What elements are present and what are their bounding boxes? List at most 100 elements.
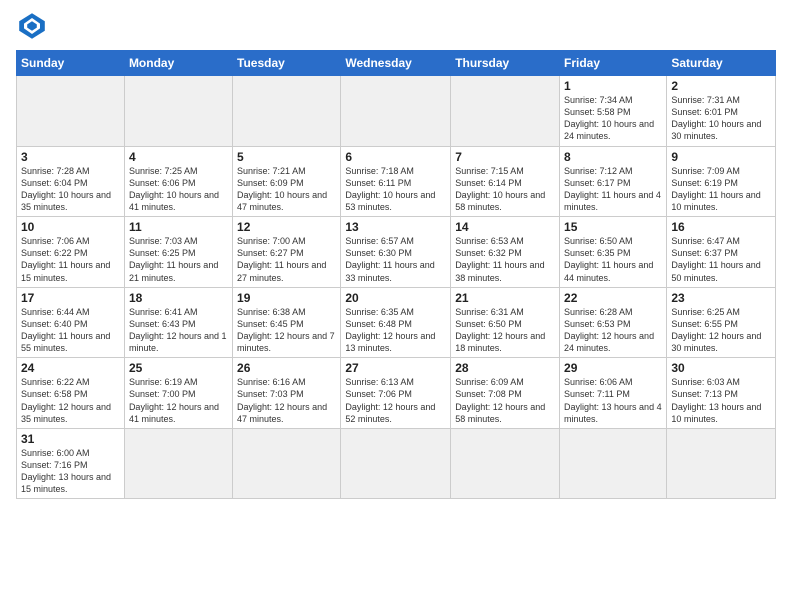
day-number: 7 bbox=[455, 150, 555, 164]
day-info: Sunrise: 6:06 AM Sunset: 7:11 PM Dayligh… bbox=[564, 376, 662, 425]
day-number: 8 bbox=[564, 150, 662, 164]
week-row-4: 24Sunrise: 6:22 AM Sunset: 6:58 PM Dayli… bbox=[17, 358, 776, 429]
day-info: Sunrise: 7:21 AM Sunset: 6:09 PM Dayligh… bbox=[237, 165, 336, 214]
day-info: Sunrise: 7:31 AM Sunset: 6:01 PM Dayligh… bbox=[671, 94, 771, 143]
day-cell: 6Sunrise: 7:18 AM Sunset: 6:11 PM Daylig… bbox=[341, 146, 451, 217]
day-cell: 7Sunrise: 7:15 AM Sunset: 6:14 PM Daylig… bbox=[451, 146, 560, 217]
weekday-header-wednesday: Wednesday bbox=[341, 51, 451, 76]
day-info: Sunrise: 7:25 AM Sunset: 6:06 PM Dayligh… bbox=[129, 165, 228, 214]
day-info: Sunrise: 6:31 AM Sunset: 6:50 PM Dayligh… bbox=[455, 306, 555, 355]
day-number: 19 bbox=[237, 291, 336, 305]
day-cell: 23Sunrise: 6:25 AM Sunset: 6:55 PM Dayli… bbox=[667, 287, 776, 358]
header bbox=[16, 10, 776, 42]
day-cell: 25Sunrise: 6:19 AM Sunset: 7:00 PM Dayli… bbox=[124, 358, 232, 429]
day-number: 5 bbox=[237, 150, 336, 164]
day-info: Sunrise: 7:09 AM Sunset: 6:19 PM Dayligh… bbox=[671, 165, 771, 214]
day-info: Sunrise: 6:03 AM Sunset: 7:13 PM Dayligh… bbox=[671, 376, 771, 425]
day-number: 31 bbox=[21, 432, 120, 446]
day-cell bbox=[560, 428, 667, 499]
day-number: 27 bbox=[345, 361, 446, 375]
day-cell: 5Sunrise: 7:21 AM Sunset: 6:09 PM Daylig… bbox=[233, 146, 341, 217]
day-info: Sunrise: 7:06 AM Sunset: 6:22 PM Dayligh… bbox=[21, 235, 120, 284]
calendar: SundayMondayTuesdayWednesdayThursdayFrid… bbox=[16, 50, 776, 499]
day-cell: 11Sunrise: 7:03 AM Sunset: 6:25 PM Dayli… bbox=[124, 217, 232, 288]
day-cell bbox=[17, 76, 125, 147]
day-cell bbox=[451, 76, 560, 147]
day-number: 4 bbox=[129, 150, 228, 164]
day-number: 23 bbox=[671, 291, 771, 305]
day-number: 18 bbox=[129, 291, 228, 305]
day-cell: 17Sunrise: 6:44 AM Sunset: 6:40 PM Dayli… bbox=[17, 287, 125, 358]
day-cell bbox=[124, 76, 232, 147]
day-info: Sunrise: 7:00 AM Sunset: 6:27 PM Dayligh… bbox=[237, 235, 336, 284]
day-number: 17 bbox=[21, 291, 120, 305]
day-number: 14 bbox=[455, 220, 555, 234]
day-cell: 8Sunrise: 7:12 AM Sunset: 6:17 PM Daylig… bbox=[560, 146, 667, 217]
day-cell: 28Sunrise: 6:09 AM Sunset: 7:08 PM Dayli… bbox=[451, 358, 560, 429]
day-number: 11 bbox=[129, 220, 228, 234]
general-blue-icon bbox=[16, 10, 48, 42]
day-info: Sunrise: 6:16 AM Sunset: 7:03 PM Dayligh… bbox=[237, 376, 336, 425]
day-cell bbox=[341, 76, 451, 147]
day-number: 25 bbox=[129, 361, 228, 375]
day-cell: 16Sunrise: 6:47 AM Sunset: 6:37 PM Dayli… bbox=[667, 217, 776, 288]
weekday-header-thursday: Thursday bbox=[451, 51, 560, 76]
page: SundayMondayTuesdayWednesdayThursdayFrid… bbox=[0, 0, 792, 509]
day-info: Sunrise: 6:35 AM Sunset: 6:48 PM Dayligh… bbox=[345, 306, 446, 355]
day-info: Sunrise: 6:41 AM Sunset: 6:43 PM Dayligh… bbox=[129, 306, 228, 355]
day-cell: 10Sunrise: 7:06 AM Sunset: 6:22 PM Dayli… bbox=[17, 217, 125, 288]
day-info: Sunrise: 6:00 AM Sunset: 7:16 PM Dayligh… bbox=[21, 447, 120, 496]
day-number: 9 bbox=[671, 150, 771, 164]
weekday-header-tuesday: Tuesday bbox=[233, 51, 341, 76]
day-info: Sunrise: 7:18 AM Sunset: 6:11 PM Dayligh… bbox=[345, 165, 446, 214]
day-info: Sunrise: 6:25 AM Sunset: 6:55 PM Dayligh… bbox=[671, 306, 771, 355]
day-info: Sunrise: 6:19 AM Sunset: 7:00 PM Dayligh… bbox=[129, 376, 228, 425]
day-number: 28 bbox=[455, 361, 555, 375]
day-number: 15 bbox=[564, 220, 662, 234]
logo bbox=[16, 10, 52, 42]
day-cell: 3Sunrise: 7:28 AM Sunset: 6:04 PM Daylig… bbox=[17, 146, 125, 217]
day-number: 13 bbox=[345, 220, 446, 234]
day-number: 1 bbox=[564, 79, 662, 93]
day-number: 22 bbox=[564, 291, 662, 305]
day-cell bbox=[451, 428, 560, 499]
day-info: Sunrise: 6:22 AM Sunset: 6:58 PM Dayligh… bbox=[21, 376, 120, 425]
day-info: Sunrise: 7:03 AM Sunset: 6:25 PM Dayligh… bbox=[129, 235, 228, 284]
day-cell: 9Sunrise: 7:09 AM Sunset: 6:19 PM Daylig… bbox=[667, 146, 776, 217]
weekday-header-friday: Friday bbox=[560, 51, 667, 76]
day-cell: 30Sunrise: 6:03 AM Sunset: 7:13 PM Dayli… bbox=[667, 358, 776, 429]
week-row-0: 1Sunrise: 7:34 AM Sunset: 5:58 PM Daylig… bbox=[17, 76, 776, 147]
week-row-5: 31Sunrise: 6:00 AM Sunset: 7:16 PM Dayli… bbox=[17, 428, 776, 499]
day-info: Sunrise: 6:44 AM Sunset: 6:40 PM Dayligh… bbox=[21, 306, 120, 355]
day-cell: 19Sunrise: 6:38 AM Sunset: 6:45 PM Dayli… bbox=[233, 287, 341, 358]
day-info: Sunrise: 6:38 AM Sunset: 6:45 PM Dayligh… bbox=[237, 306, 336, 355]
day-cell: 22Sunrise: 6:28 AM Sunset: 6:53 PM Dayli… bbox=[560, 287, 667, 358]
day-number: 2 bbox=[671, 79, 771, 93]
day-cell: 13Sunrise: 6:57 AM Sunset: 6:30 PM Dayli… bbox=[341, 217, 451, 288]
day-info: Sunrise: 6:28 AM Sunset: 6:53 PM Dayligh… bbox=[564, 306, 662, 355]
day-cell: 20Sunrise: 6:35 AM Sunset: 6:48 PM Dayli… bbox=[341, 287, 451, 358]
weekday-header-saturday: Saturday bbox=[667, 51, 776, 76]
day-number: 16 bbox=[671, 220, 771, 234]
day-number: 20 bbox=[345, 291, 446, 305]
day-cell: 4Sunrise: 7:25 AM Sunset: 6:06 PM Daylig… bbox=[124, 146, 232, 217]
day-info: Sunrise: 6:47 AM Sunset: 6:37 PM Dayligh… bbox=[671, 235, 771, 284]
day-cell: 18Sunrise: 6:41 AM Sunset: 6:43 PM Dayli… bbox=[124, 287, 232, 358]
day-cell bbox=[341, 428, 451, 499]
day-cell bbox=[667, 428, 776, 499]
day-info: Sunrise: 6:50 AM Sunset: 6:35 PM Dayligh… bbox=[564, 235, 662, 284]
day-info: Sunrise: 7:12 AM Sunset: 6:17 PM Dayligh… bbox=[564, 165, 662, 214]
day-number: 29 bbox=[564, 361, 662, 375]
day-cell: 2Sunrise: 7:31 AM Sunset: 6:01 PM Daylig… bbox=[667, 76, 776, 147]
day-number: 12 bbox=[237, 220, 336, 234]
day-number: 21 bbox=[455, 291, 555, 305]
weekday-header-monday: Monday bbox=[124, 51, 232, 76]
day-info: Sunrise: 6:13 AM Sunset: 7:06 PM Dayligh… bbox=[345, 376, 446, 425]
day-cell: 29Sunrise: 6:06 AM Sunset: 7:11 PM Dayli… bbox=[560, 358, 667, 429]
day-info: Sunrise: 6:09 AM Sunset: 7:08 PM Dayligh… bbox=[455, 376, 555, 425]
weekday-header-row: SundayMondayTuesdayWednesdayThursdayFrid… bbox=[17, 51, 776, 76]
day-number: 3 bbox=[21, 150, 120, 164]
day-cell bbox=[233, 428, 341, 499]
day-number: 6 bbox=[345, 150, 446, 164]
day-cell: 1Sunrise: 7:34 AM Sunset: 5:58 PM Daylig… bbox=[560, 76, 667, 147]
